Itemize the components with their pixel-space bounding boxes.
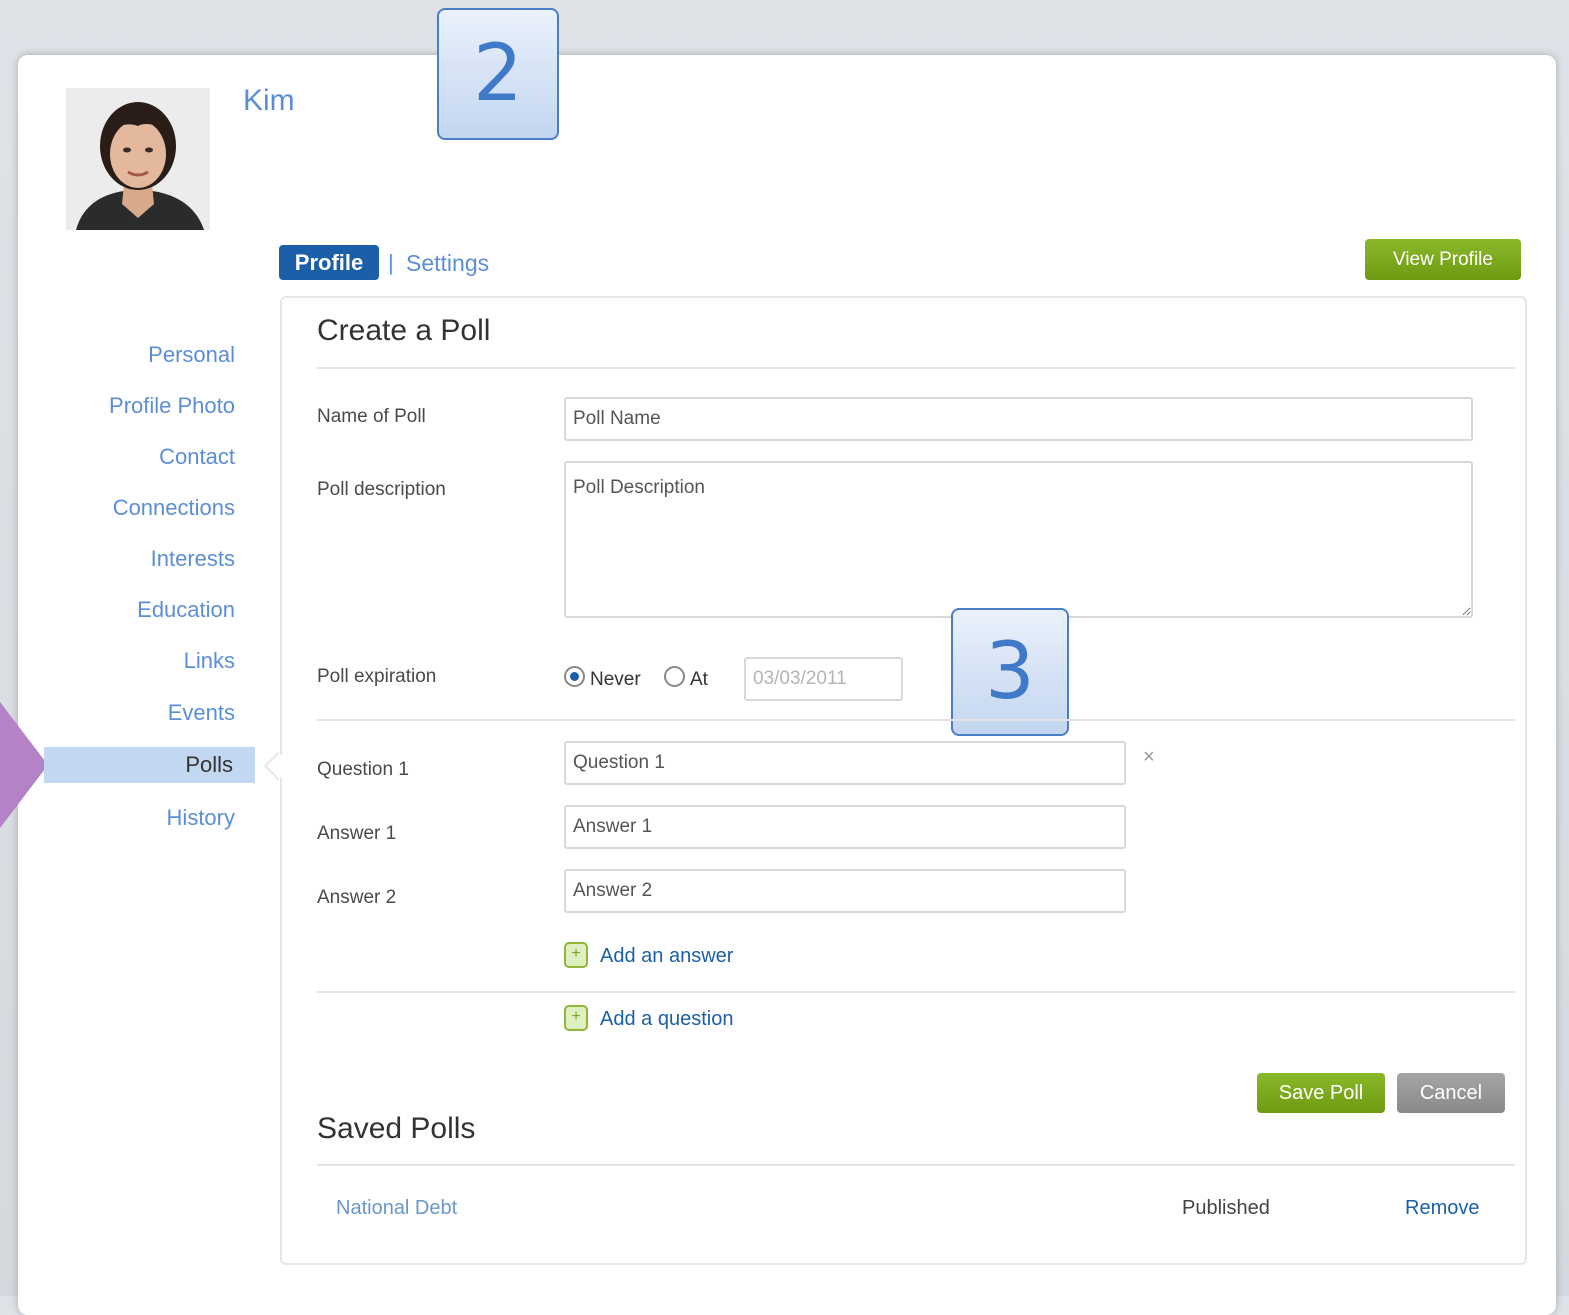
poll-description-label: Poll description xyxy=(317,479,446,500)
expiration-never-label: Never xyxy=(590,669,641,690)
sidebar-item-education[interactable]: Education xyxy=(137,597,235,623)
expiration-at-radio[interactable] xyxy=(664,666,685,687)
expiration-at-label: At xyxy=(690,669,708,690)
step-callout-2: 2 xyxy=(437,8,559,140)
sidebar-item-events[interactable]: Events xyxy=(168,700,235,726)
sidebar-item-connections[interactable]: Connections xyxy=(113,495,235,521)
create-poll-title: Create a Poll xyxy=(317,314,491,347)
sidebar-item-profile-photo[interactable]: Profile Photo xyxy=(109,393,235,419)
divider xyxy=(317,719,1515,721)
tab-settings[interactable]: Settings xyxy=(406,250,489,277)
answer-2-label: Answer 2 xyxy=(317,887,397,908)
expiration-never-radio[interactable] xyxy=(564,666,585,687)
divider xyxy=(317,367,1515,369)
sidebar-item-links[interactable]: Links xyxy=(184,648,235,674)
sidebar-item-interests[interactable]: Interests xyxy=(151,546,235,572)
add-answer-plus-icon[interactable]: + xyxy=(564,942,588,968)
poll-description-textarea[interactable] xyxy=(564,461,1473,618)
question-1-input[interactable] xyxy=(564,741,1126,785)
saved-poll-status: Published xyxy=(1182,1197,1270,1219)
step-callout-3: 3 xyxy=(951,608,1069,736)
saved-poll-remove-link[interactable]: Remove xyxy=(1405,1197,1479,1220)
add-question-plus-icon[interactable]: + xyxy=(564,1005,588,1031)
saved-polls-title: Saved Polls xyxy=(317,1112,476,1145)
poll-expiration-label: Poll expiration xyxy=(317,666,437,687)
divider xyxy=(317,1164,1515,1166)
expiration-date-input[interactable] xyxy=(744,657,903,701)
tab-separator: | xyxy=(388,250,394,275)
avatar xyxy=(66,88,210,230)
add-answer-link[interactable]: Add an answer xyxy=(600,945,733,968)
answer-1-input[interactable] xyxy=(564,805,1126,849)
sidebar-item-polls[interactable]: Polls xyxy=(185,752,233,778)
save-poll-button[interactable]: Save Poll xyxy=(1257,1073,1385,1113)
answer-2-input[interactable] xyxy=(564,869,1126,913)
sidebar-item-contact[interactable]: Contact xyxy=(159,444,235,470)
add-question-link[interactable]: Add a question xyxy=(600,1008,733,1031)
pointer-arrow-icon xyxy=(0,702,48,828)
sidebar-item-history[interactable]: History xyxy=(167,805,235,831)
poll-name-label: Name of Poll xyxy=(317,406,426,427)
user-name[interactable]: Kim xyxy=(243,84,295,118)
view-profile-button[interactable]: View Profile xyxy=(1365,239,1521,280)
cancel-button[interactable]: Cancel xyxy=(1397,1073,1505,1113)
tab-profile[interactable]: Profile xyxy=(279,245,379,280)
question-1-label: Question 1 xyxy=(317,759,409,780)
poll-name-input[interactable] xyxy=(564,397,1473,441)
avatar-photo xyxy=(66,88,210,230)
sidebar-item-personal[interactable]: Personal xyxy=(148,342,235,368)
answer-1-label: Answer 1 xyxy=(317,823,397,844)
divider xyxy=(317,991,1515,993)
saved-poll-name-link[interactable]: National Debt xyxy=(336,1197,457,1220)
remove-question-icon[interactable]: × xyxy=(1143,746,1155,769)
